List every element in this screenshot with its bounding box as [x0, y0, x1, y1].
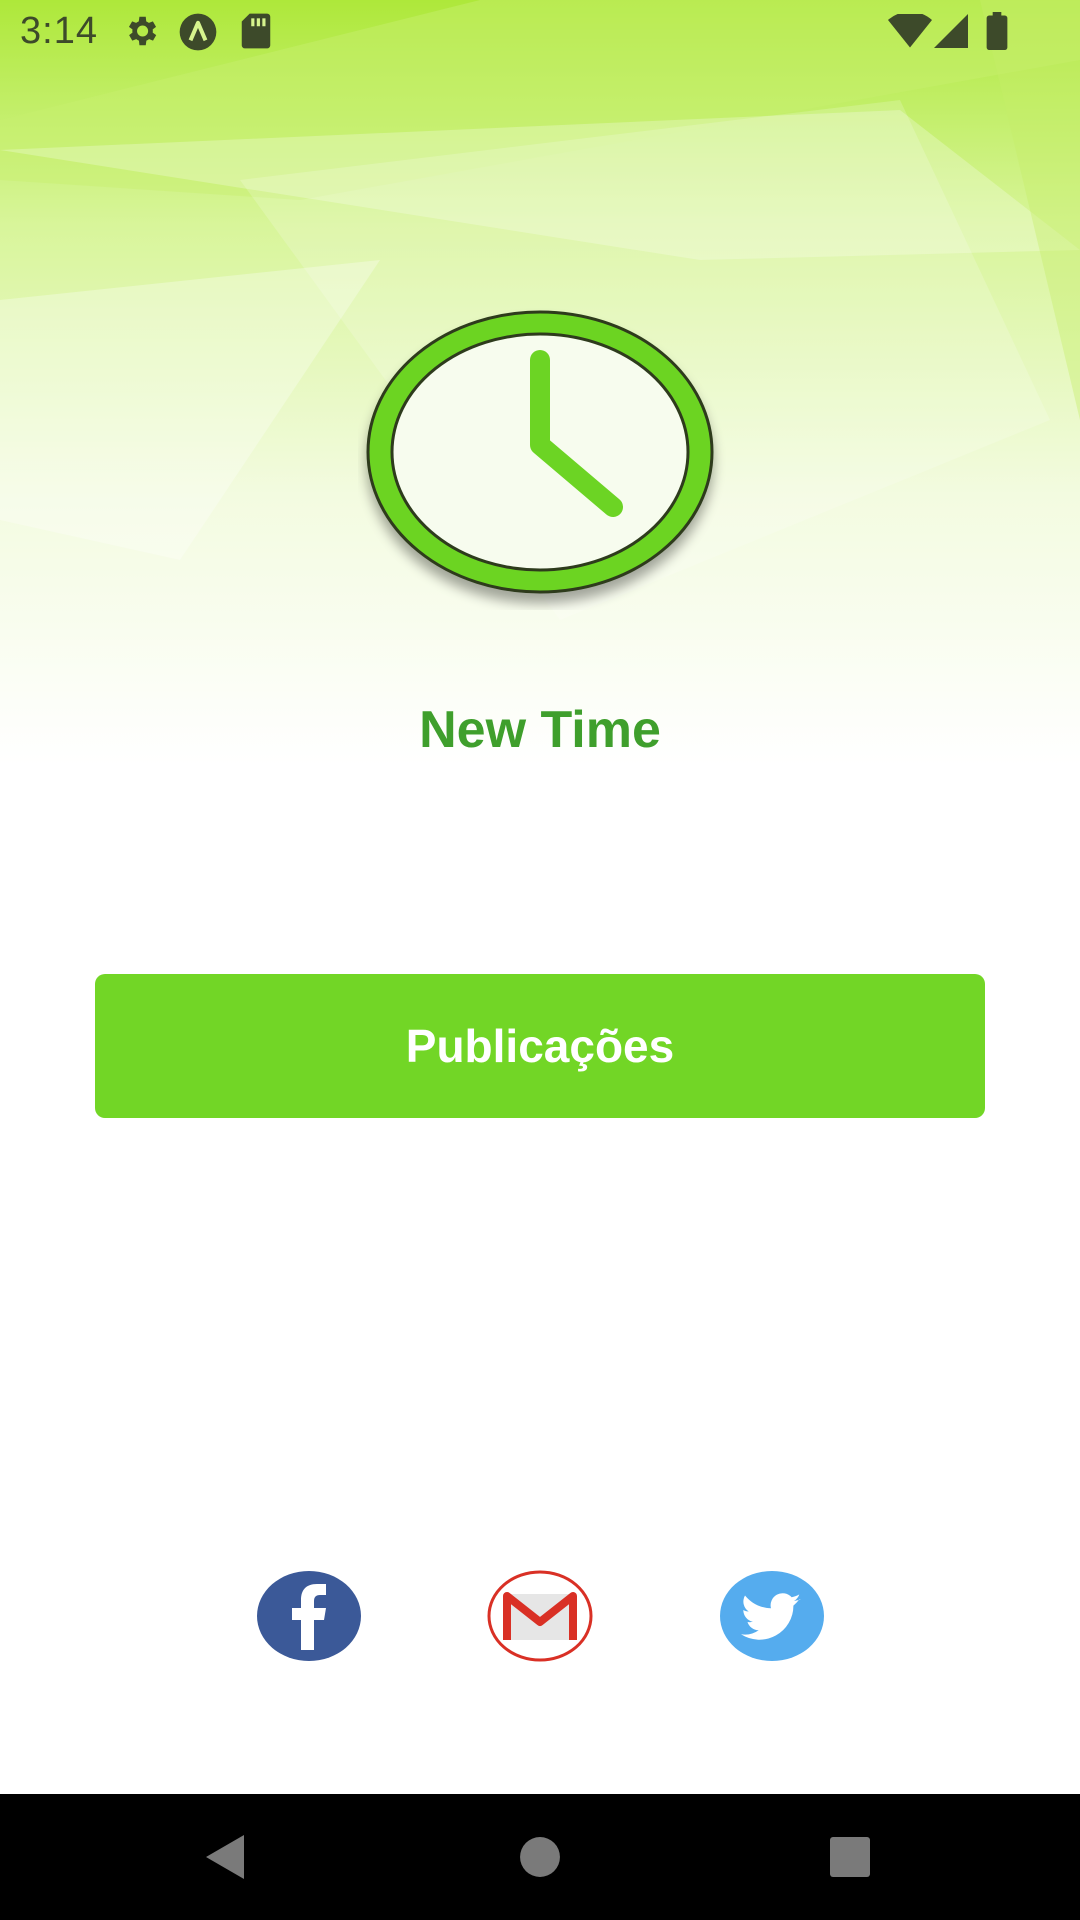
clock-icon	[366, 310, 714, 594]
recents-icon	[830, 1837, 870, 1877]
app-screen: 3:14 New Time Publicações	[0, 0, 1080, 1920]
recents-button[interactable]	[790, 1794, 910, 1920]
back-icon	[206, 1835, 244, 1879]
navigation-bar	[0, 1794, 1080, 1920]
facebook-icon[interactable]	[254, 1568, 364, 1664]
battery-icon	[986, 12, 1008, 50]
back-button[interactable]	[166, 1794, 286, 1920]
cell-signal-icon	[934, 14, 968, 48]
gmail-icon[interactable]	[485, 1568, 595, 1664]
publications-button[interactable]: Publicações	[95, 974, 985, 1118]
status-time: 3:14	[20, 10, 98, 52]
app-a-icon	[179, 13, 217, 51]
app-title: New Time	[419, 701, 661, 759]
sd-card-icon	[241, 13, 271, 49]
home-button[interactable]	[480, 1794, 600, 1920]
home-icon	[520, 1837, 560, 1877]
status-bar: 3:14	[0, 0, 1080, 64]
wifi-icon	[888, 14, 932, 48]
twitter-icon[interactable]	[717, 1568, 827, 1664]
gear-icon	[128, 16, 157, 46]
